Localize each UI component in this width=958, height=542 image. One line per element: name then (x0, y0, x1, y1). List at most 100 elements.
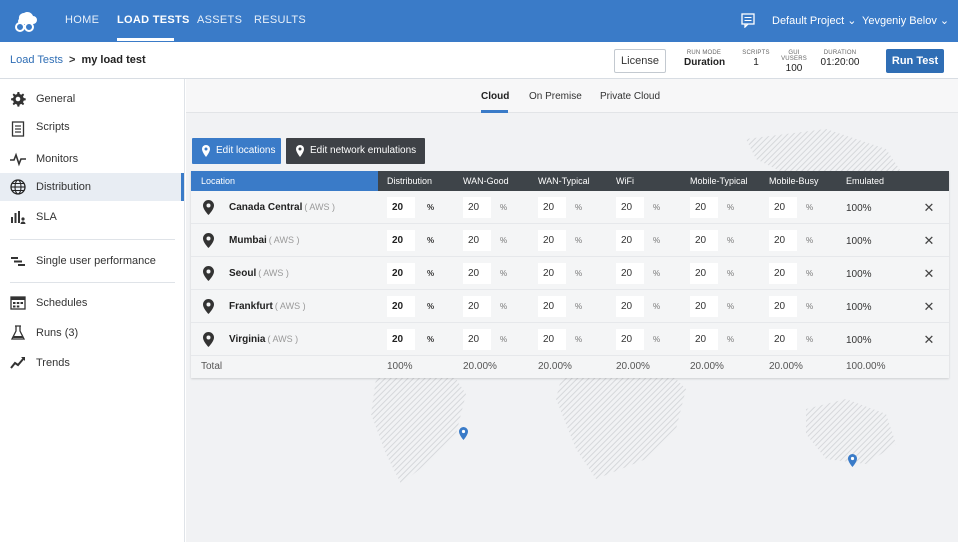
calendar-grid-icon (10, 296, 26, 310)
distribution-input[interactable]: 20 (387, 197, 415, 218)
percent-sign: % (575, 335, 583, 344)
sidebar-item-sla[interactable]: SLA (0, 203, 184, 231)
breadcrumb-load-tests[interactable]: Load Tests (10, 54, 63, 66)
stat-duration: DURATION 01:20:00 (820, 50, 860, 68)
distribution-input[interactable]: 20 (387, 263, 415, 284)
mobile-typical-input[interactable]: 20 (690, 230, 718, 251)
remove-location-close-icon[interactable]: ✕ (922, 233, 936, 249)
wifi-input[interactable]: 20 (616, 263, 644, 284)
sidebar-item-distribution[interactable]: Distribution (0, 173, 184, 201)
wan-typical-input[interactable]: 20 (538, 230, 566, 251)
location-provider: ( AWS ) (258, 268, 289, 278)
header-mobile-busy: Mobile-Busy (769, 176, 819, 186)
sidebar-item-schedules[interactable]: Schedules (0, 289, 184, 317)
sidebar-divider (10, 282, 175, 283)
nav-load-tests[interactable]: LOAD TESTS (117, 14, 190, 26)
remove-location-close-icon[interactable]: ✕ (922, 200, 936, 216)
wan-typical-input[interactable]: 20 (538, 329, 566, 350)
chevron-down-icon: ⌄ (939, 15, 950, 27)
remove-location-close-icon[interactable]: ✕ (922, 266, 936, 282)
emulated-value: 100% (846, 203, 872, 214)
cloud-logo-icon[interactable] (12, 8, 38, 34)
edit-locations-button[interactable]: Edit locations (192, 138, 281, 164)
stat-gui-vusers: GUI VUSERS 100 (781, 50, 807, 74)
header-emulated: Emulated (846, 176, 885, 186)
location-provider: ( AWS ) (267, 334, 299, 344)
location-pin-icon (296, 145, 304, 157)
percent-sign: % (427, 203, 435, 212)
wan-typical-input[interactable]: 20 (538, 263, 566, 284)
percent-sign: % (653, 203, 661, 212)
mobile-typical-input[interactable]: 20 (690, 329, 718, 350)
tab-cloud[interactable]: Cloud (481, 91, 509, 102)
run-test-button[interactable]: Run Test (886, 49, 944, 73)
nav-active-underline (117, 38, 174, 41)
license-button[interactable]: License (614, 49, 666, 73)
messages-icon[interactable] (740, 12, 756, 28)
table-row: Frankfurt( AWS ) 20% 20% 20% 20% 20% 20% 100% ✕ (191, 290, 949, 323)
timeline-bars-icon (11, 257, 25, 266)
percent-sign: % (575, 236, 583, 245)
tab-on-premise[interactable]: On Premise (529, 91, 582, 102)
table-row: Mumbai( AWS ) 20% 20% 20% 20% 20% 20% 100% ✕ (191, 224, 949, 257)
distribution-input[interactable]: 20 (387, 329, 415, 350)
percent-sign: % (500, 269, 508, 278)
wan-typical-input[interactable]: 20 (538, 197, 566, 218)
mobile-typical-input[interactable]: 20 (690, 197, 718, 218)
distribution-input[interactable]: 20 (387, 296, 415, 317)
wan-good-input[interactable]: 20 (463, 296, 491, 317)
remove-location-close-icon[interactable]: ✕ (922, 299, 936, 315)
sidebar-item-monitors[interactable]: Monitors (0, 145, 184, 173)
sidebar-item-runs[interactable]: Runs (3) (0, 319, 184, 347)
mobile-busy-input[interactable]: 20 (769, 296, 797, 317)
document-icon (11, 121, 25, 137)
sidebar-item-scripts[interactable]: Scripts (0, 115, 184, 143)
wan-good-input[interactable]: 20 (463, 230, 491, 251)
mobile-busy-input[interactable]: 20 (769, 329, 797, 350)
grid-header: Location Distribution WAN-Good WAN-Typic… (191, 171, 949, 191)
header-location: Location (201, 176, 236, 186)
wan-good-input[interactable]: 20 (463, 329, 491, 350)
wifi-input[interactable]: 20 (616, 296, 644, 317)
header-mobile-typical: Mobile-Typical (690, 176, 748, 186)
percent-sign: % (575, 302, 583, 311)
percent-sign: % (500, 236, 508, 245)
test-header-bar: Load Tests > my load test License RUN MODE… (0, 42, 958, 79)
wifi-input[interactable]: 20 (616, 197, 644, 218)
percent-sign: % (500, 203, 508, 212)
mobile-busy-input[interactable]: 20 (769, 197, 797, 218)
user-menu[interactable]: Yevgeniy Belov ⌄ (862, 14, 949, 27)
table-row: Virginia( AWS ) 20% 20% 20% 20% 20% 20% 100% ✕ (191, 323, 949, 356)
tab-private-cloud[interactable]: Private Cloud (600, 91, 660, 102)
percent-sign: % (727, 335, 735, 344)
mobile-typical-input[interactable]: 20 (690, 263, 718, 284)
distribution-input[interactable]: 20 (387, 230, 415, 251)
edit-network-emulations-button[interactable]: Edit network emulations (286, 138, 425, 164)
nav-assets[interactable]: ASSETS (197, 14, 242, 26)
nav-home[interactable]: HOME (65, 14, 99, 26)
sidebar-item-single-user-performance[interactable]: Single user performance (0, 247, 184, 275)
sidebar-item-trends[interactable]: Trends (0, 349, 184, 377)
remove-location-close-icon[interactable]: ✕ (922, 332, 936, 348)
mobile-busy-input[interactable]: 20 (769, 230, 797, 251)
mobile-typical-input[interactable]: 20 (690, 296, 718, 317)
breadcrumb-separator: > (69, 54, 76, 66)
percent-sign: % (806, 236, 814, 245)
mobile-busy-input[interactable]: 20 (769, 263, 797, 284)
wan-good-input[interactable]: 20 (463, 263, 491, 284)
wan-typical-input[interactable]: 20 (538, 296, 566, 317)
sidebar-divider (10, 239, 175, 240)
map-location-pin-icon[interactable] (848, 454, 857, 467)
project-selector[interactable]: Default Project ⌄ (772, 14, 856, 27)
wifi-input[interactable]: 20 (616, 230, 644, 251)
breadcrumb: Load Tests > my load test (10, 54, 146, 66)
stat-scripts: SCRIPTS 1 (742, 50, 770, 68)
map-location-pin-icon[interactable] (459, 427, 468, 440)
wan-good-input[interactable]: 20 (463, 197, 491, 218)
percent-sign: % (575, 269, 583, 278)
sidebar-item-general[interactable]: General (0, 85, 184, 113)
wifi-input[interactable]: 20 (616, 329, 644, 350)
nav-results[interactable]: RESULTS (254, 14, 306, 26)
bar-chart-person-icon (11, 211, 26, 224)
location-name: Canada Central( AWS ) (229, 202, 336, 213)
